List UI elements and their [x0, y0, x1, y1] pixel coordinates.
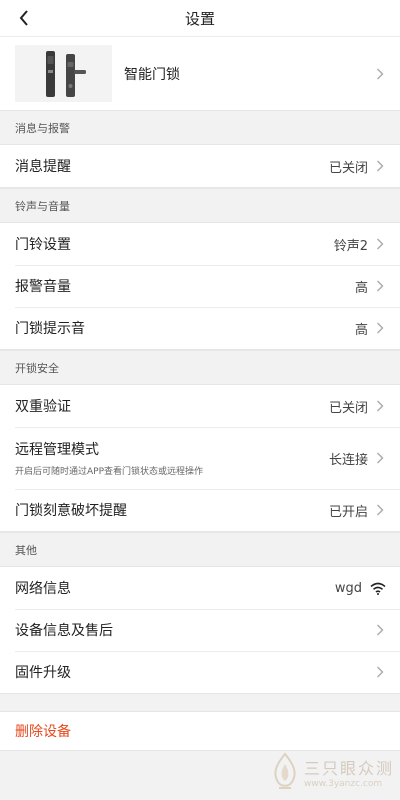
- watermark: 三只眼众测 www.3yanzc.com: [270, 752, 394, 792]
- chevron-right-icon: [376, 399, 386, 413]
- watermark-logo-icon: [274, 752, 296, 789]
- row-label: 消息提醒: [15, 159, 71, 175]
- chevron-left-icon: [19, 10, 28, 26]
- door-lock-image: [45, 50, 86, 97]
- row-lock-prompt-sound[interactable]: 门锁提示音 高: [0, 307, 400, 349]
- row-description: 开启后可随时通过APP查看门锁状态或远程操作: [15, 467, 204, 477]
- device-name: 智能门锁: [124, 66, 180, 83]
- row-value: 已开启: [328, 504, 368, 520]
- chevron-right-icon: [376, 623, 386, 637]
- row-label: 门锁刻意破坏提醒: [15, 503, 127, 519]
- group-message-alarm: 消息提醒 已关闭: [0, 144, 400, 188]
- section-header-unlock-security: 开锁安全: [0, 350, 400, 384]
- group-ringtone-volume: 门铃设置 铃声2 报警音量 高 门锁提示音 高: [0, 222, 400, 350]
- row-message-reminder[interactable]: 消息提醒 已关闭: [0, 145, 400, 187]
- chevron-right-icon: [376, 665, 386, 679]
- row-tamper-alert[interactable]: 门锁刻意破坏提醒 已开启: [0, 489, 400, 531]
- section-header-ringtone-volume: 铃声与音量: [0, 188, 400, 222]
- row-value: 长连接: [328, 452, 368, 468]
- watermark-title: 三只眼众测: [303, 759, 394, 778]
- row-firmware-upgrade[interactable]: 固件升级: [0, 651, 400, 693]
- row-value: 已关闭: [328, 160, 368, 176]
- device-card[interactable]: 智能门锁: [0, 36, 400, 110]
- row-dual-verification[interactable]: 双重验证 已关闭: [0, 385, 400, 427]
- page-title: 设置: [184, 9, 215, 28]
- row-label: 门锁提示音: [15, 321, 85, 337]
- row-label: 报警音量: [15, 279, 71, 295]
- row-remote-management-mode[interactable]: 远程管理模式 开启后可随时通过APP查看门锁状态或远程操作 长连接: [0, 427, 400, 489]
- delete-device-button[interactable]: 删除设备: [0, 712, 400, 750]
- row-value: 高: [354, 280, 368, 296]
- row-value: 高: [354, 322, 368, 338]
- chevron-right-icon: [376, 159, 386, 173]
- group-unlock-security: 双重验证 已关闭 远程管理模式 开启后可随时通过APP查看门锁状态或远程操作 长…: [0, 384, 400, 532]
- row-label: 双重验证: [15, 399, 71, 415]
- watermark-url: www.3yanzc.com: [303, 779, 383, 789]
- row-network-info[interactable]: 网络信息 wgd: [0, 567, 400, 609]
- row-device-info-aftersales[interactable]: 设备信息及售后: [0, 609, 400, 651]
- row-label: 网络信息: [15, 581, 71, 597]
- chevron-right-icon: [376, 451, 386, 465]
- chevron-right-icon: [376, 321, 386, 335]
- wifi-icon: [370, 581, 386, 595]
- chevron-right-icon: [376, 67, 386, 81]
- row-doorbell-settings[interactable]: 门铃设置 铃声2: [0, 223, 400, 265]
- delete-device-group: 删除设备: [0, 711, 400, 751]
- row-label: 门铃设置: [15, 237, 71, 253]
- group-other: 网络信息 wgd 设备信息及售后 固件升级: [0, 566, 400, 694]
- delete-device-label: 删除设备: [15, 724, 71, 740]
- device-thumbnail: [15, 45, 112, 102]
- row-label: 固件升级: [15, 665, 71, 681]
- row-value: wgd: [334, 580, 362, 596]
- chevron-right-icon: [376, 279, 386, 293]
- section-header-message-alarm: 消息与报警: [0, 110, 400, 144]
- row-label: 远程管理模式: [15, 442, 99, 458]
- row-value: 铃声2: [333, 238, 368, 254]
- back-button[interactable]: [10, 4, 38, 32]
- chevron-right-icon: [376, 237, 386, 251]
- section-header-other: 其他: [0, 532, 400, 566]
- row-label: 设备信息及售后: [15, 623, 113, 639]
- row-alarm-volume[interactable]: 报警音量 高: [0, 265, 400, 307]
- chevron-right-icon: [376, 503, 386, 517]
- nav-bar: 设置: [0, 0, 400, 36]
- row-value: 已关闭: [328, 400, 368, 416]
